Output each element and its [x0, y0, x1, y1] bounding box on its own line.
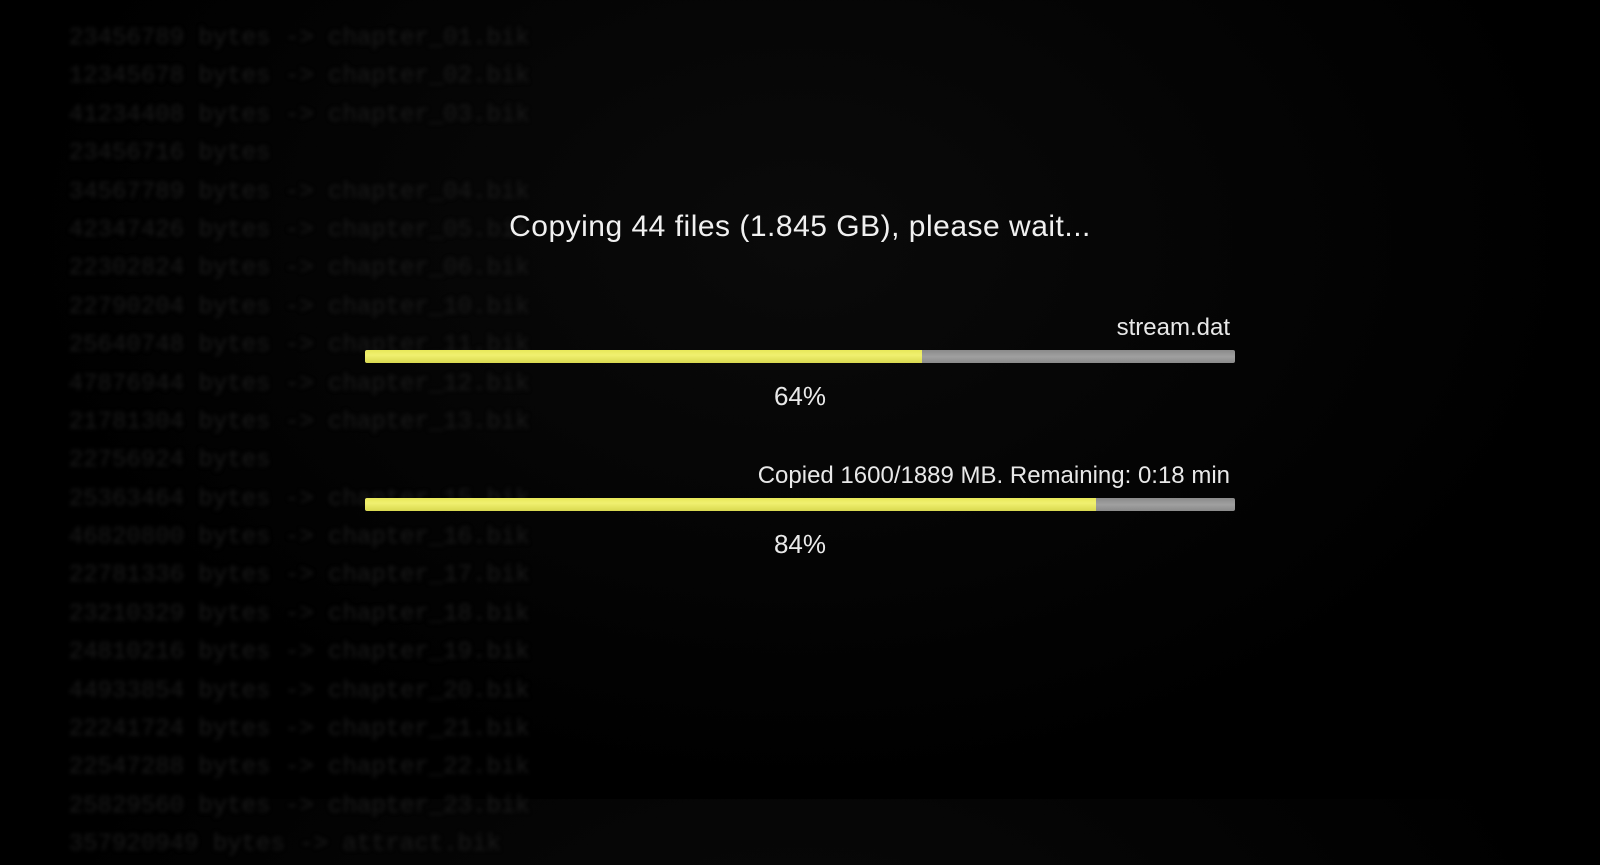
current-file-label: stream.dat	[365, 314, 1235, 342]
copy-progress-dialog: Copying 44 files (1.845 GB), please wait…	[365, 210, 1235, 610]
total-progress-section: Copied 1600/1889 MB. Remaining: 0:18 min…	[365, 462, 1235, 560]
file-progress-bar	[365, 350, 1235, 363]
total-progress-percent: 84%	[365, 529, 1235, 560]
file-progress-percent: 64%	[365, 381, 1235, 412]
file-progress-fill	[365, 350, 922, 363]
total-progress-label: Copied 1600/1889 MB. Remaining: 0:18 min	[365, 462, 1235, 490]
file-progress-section: stream.dat 64%	[365, 314, 1235, 412]
total-progress-bar	[365, 498, 1235, 511]
total-progress-fill	[365, 498, 1096, 511]
dialog-title: Copying 44 files (1.845 GB), please wait…	[509, 210, 1091, 244]
